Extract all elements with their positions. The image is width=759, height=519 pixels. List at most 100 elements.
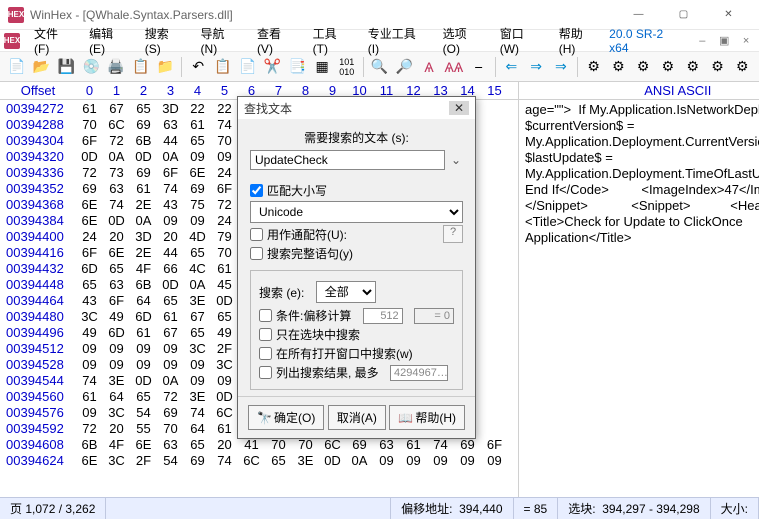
hex-byte[interactable]: 49 xyxy=(76,325,103,340)
menu-tools[interactable]: 工具(T) xyxy=(307,23,358,58)
hex-byte[interactable]: 6F xyxy=(481,437,508,452)
hex-byte[interactable]: 61 xyxy=(211,421,238,436)
hex-byte[interactable]: 6E xyxy=(130,437,157,452)
maximize-button[interactable]: ▢ xyxy=(661,1,706,29)
all-windows-checkbox[interactable] xyxy=(259,347,272,360)
hex-byte[interactable]: 3C xyxy=(211,357,238,372)
hex-byte[interactable]: 0D xyxy=(157,277,184,292)
hex-byte[interactable]: 3D xyxy=(130,229,157,244)
hex-byte[interactable]: 69 xyxy=(76,181,103,196)
hex-byte[interactable]: 0D xyxy=(103,213,130,228)
tool4-icon[interactable]: ⚙ xyxy=(657,56,679,78)
whole-words-checkbox[interactable] xyxy=(250,247,263,260)
hex-byte[interactable]: 65 xyxy=(103,261,130,276)
hex-byte[interactable]: 44 xyxy=(157,133,184,148)
hex-byte[interactable]: 43 xyxy=(76,293,103,308)
hex-byte[interactable]: 09 xyxy=(184,149,211,164)
list-max-input[interactable]: 4294967… xyxy=(390,365,448,381)
hex-byte[interactable]: 45 xyxy=(211,277,238,292)
only-block-checkbox[interactable] xyxy=(259,328,272,341)
hex-byte[interactable]: 74 xyxy=(211,117,238,132)
hex-byte[interactable]: 72 xyxy=(76,165,103,180)
hex-byte[interactable]: 0D xyxy=(76,149,103,164)
hex-byte[interactable]: 09 xyxy=(373,453,400,468)
hex-byte[interactable]: 0D xyxy=(130,373,157,388)
up-icon[interactable]: ⇒ xyxy=(550,56,572,78)
hex-byte[interactable]: 3C xyxy=(76,309,103,324)
hex-byte[interactable]: 61 xyxy=(157,309,184,324)
hex-byte[interactable]: 3C xyxy=(103,453,130,468)
hex-byte[interactable]: 09 xyxy=(157,341,184,356)
undo-icon[interactable]: ↶ xyxy=(187,56,209,78)
hex-byte[interactable]: 65 xyxy=(265,453,292,468)
ascii-body[interactable]: age=""> If My.Application.IsNetworkDeplo… xyxy=(519,100,759,248)
hex-byte[interactable]: 63 xyxy=(103,277,130,292)
hex-byte[interactable]: 2E xyxy=(130,197,157,212)
hex-byte[interactable]: 6D xyxy=(76,261,103,276)
tool5-icon[interactable]: ⚙ xyxy=(682,56,704,78)
hex-byte[interactable]: 74 xyxy=(103,197,130,212)
hex-byte[interactable]: 63 xyxy=(103,181,130,196)
hex-byte[interactable]: 0D xyxy=(211,293,238,308)
hex-byte[interactable]: 4C xyxy=(184,261,211,276)
find-icon[interactable]: 🔍 xyxy=(369,56,391,78)
hex-byte[interactable]: 49 xyxy=(103,309,130,324)
hex-byte[interactable]: 09 xyxy=(157,357,184,372)
match-case-checkbox[interactable] xyxy=(250,184,263,197)
hex-byte[interactable]: 61 xyxy=(76,389,103,404)
print-icon[interactable]: 🖨️ xyxy=(105,56,127,78)
folder-icon[interactable]: 📁 xyxy=(155,56,177,78)
hex-byte[interactable]: 0D xyxy=(319,453,346,468)
help-button[interactable]: 📖帮助(H) xyxy=(389,405,465,430)
hex-byte[interactable]: 6F xyxy=(157,165,184,180)
hex-byte[interactable]: 6D xyxy=(103,325,130,340)
minimize-button[interactable]: — xyxy=(616,1,661,29)
ok-button[interactable]: 🔭确定(O) xyxy=(248,405,324,430)
hex-byte[interactable]: 09 xyxy=(184,373,211,388)
hex-byte[interactable]: 3C xyxy=(184,341,211,356)
hex-byte[interactable]: 6B xyxy=(130,277,157,292)
hex-byte[interactable]: 63 xyxy=(157,437,184,452)
cond-mod-input[interactable]: 512 xyxy=(363,308,403,324)
hex-byte[interactable]: 74 xyxy=(76,373,103,388)
forward-icon[interactable]: ⇒ xyxy=(525,56,547,78)
hex-byte[interactable]: 6C xyxy=(238,453,265,468)
properties-icon[interactable]: 📋 xyxy=(130,56,152,78)
hex-byte[interactable]: 72 xyxy=(103,133,130,148)
paste-icon[interactable]: 📄 xyxy=(237,56,259,78)
hex-byte[interactable]: 22 xyxy=(184,101,211,116)
hex-byte[interactable]: 3C xyxy=(103,405,130,420)
mdi-restore-icon[interactable]: ▣ xyxy=(715,32,733,50)
hex-byte[interactable]: 67 xyxy=(184,309,211,324)
dropdown-icon[interactable]: ⌄ xyxy=(449,153,463,167)
hex-byte[interactable]: 3E xyxy=(103,373,130,388)
tool3-icon[interactable]: ⚙ xyxy=(632,56,654,78)
hex-byte[interactable]: 09 xyxy=(76,405,103,420)
hex-byte[interactable]: 0A xyxy=(130,213,157,228)
hex-byte[interactable]: 6F xyxy=(76,133,103,148)
hex-byte[interactable]: 20 xyxy=(103,229,130,244)
hex-byte[interactable]: 73 xyxy=(103,165,130,180)
find-hex-icon[interactable]: 🔎 xyxy=(393,56,415,78)
menu-edit[interactable]: 编辑(E) xyxy=(83,23,135,58)
menu-nav[interactable]: 导航(N) xyxy=(195,23,247,58)
hex-byte[interactable]: 09 xyxy=(130,341,157,356)
hex-byte[interactable]: 6E xyxy=(76,453,103,468)
mdi-minimize-icon[interactable]: – xyxy=(693,32,711,50)
hex-byte[interactable]: 24 xyxy=(211,165,238,180)
cut-icon[interactable]: ✂️ xyxy=(262,56,284,78)
hex-row[interactable]: 003946246E3C2F5469746C653E0D0A0909090909 xyxy=(0,452,518,468)
menu-file[interactable]: 文件(F) xyxy=(28,23,79,58)
hex-byte[interactable]: 75 xyxy=(184,197,211,212)
open-icon[interactable]: 📂 xyxy=(31,56,53,78)
hex-byte[interactable]: 0A xyxy=(157,373,184,388)
hex-byte[interactable]: 09 xyxy=(427,453,454,468)
hex-byte[interactable]: 54 xyxy=(130,405,157,420)
hex-byte[interactable]: 0D xyxy=(130,149,157,164)
new-icon[interactable]: 📄 xyxy=(6,56,28,78)
hex-byte[interactable]: 09 xyxy=(481,453,508,468)
menu-view[interactable]: 查看(V) xyxy=(251,23,303,58)
menu-search[interactable]: 搜索(S) xyxy=(139,23,191,58)
hex-byte[interactable]: 3D xyxy=(157,101,184,116)
hex-byte[interactable]: 72 xyxy=(76,421,103,436)
